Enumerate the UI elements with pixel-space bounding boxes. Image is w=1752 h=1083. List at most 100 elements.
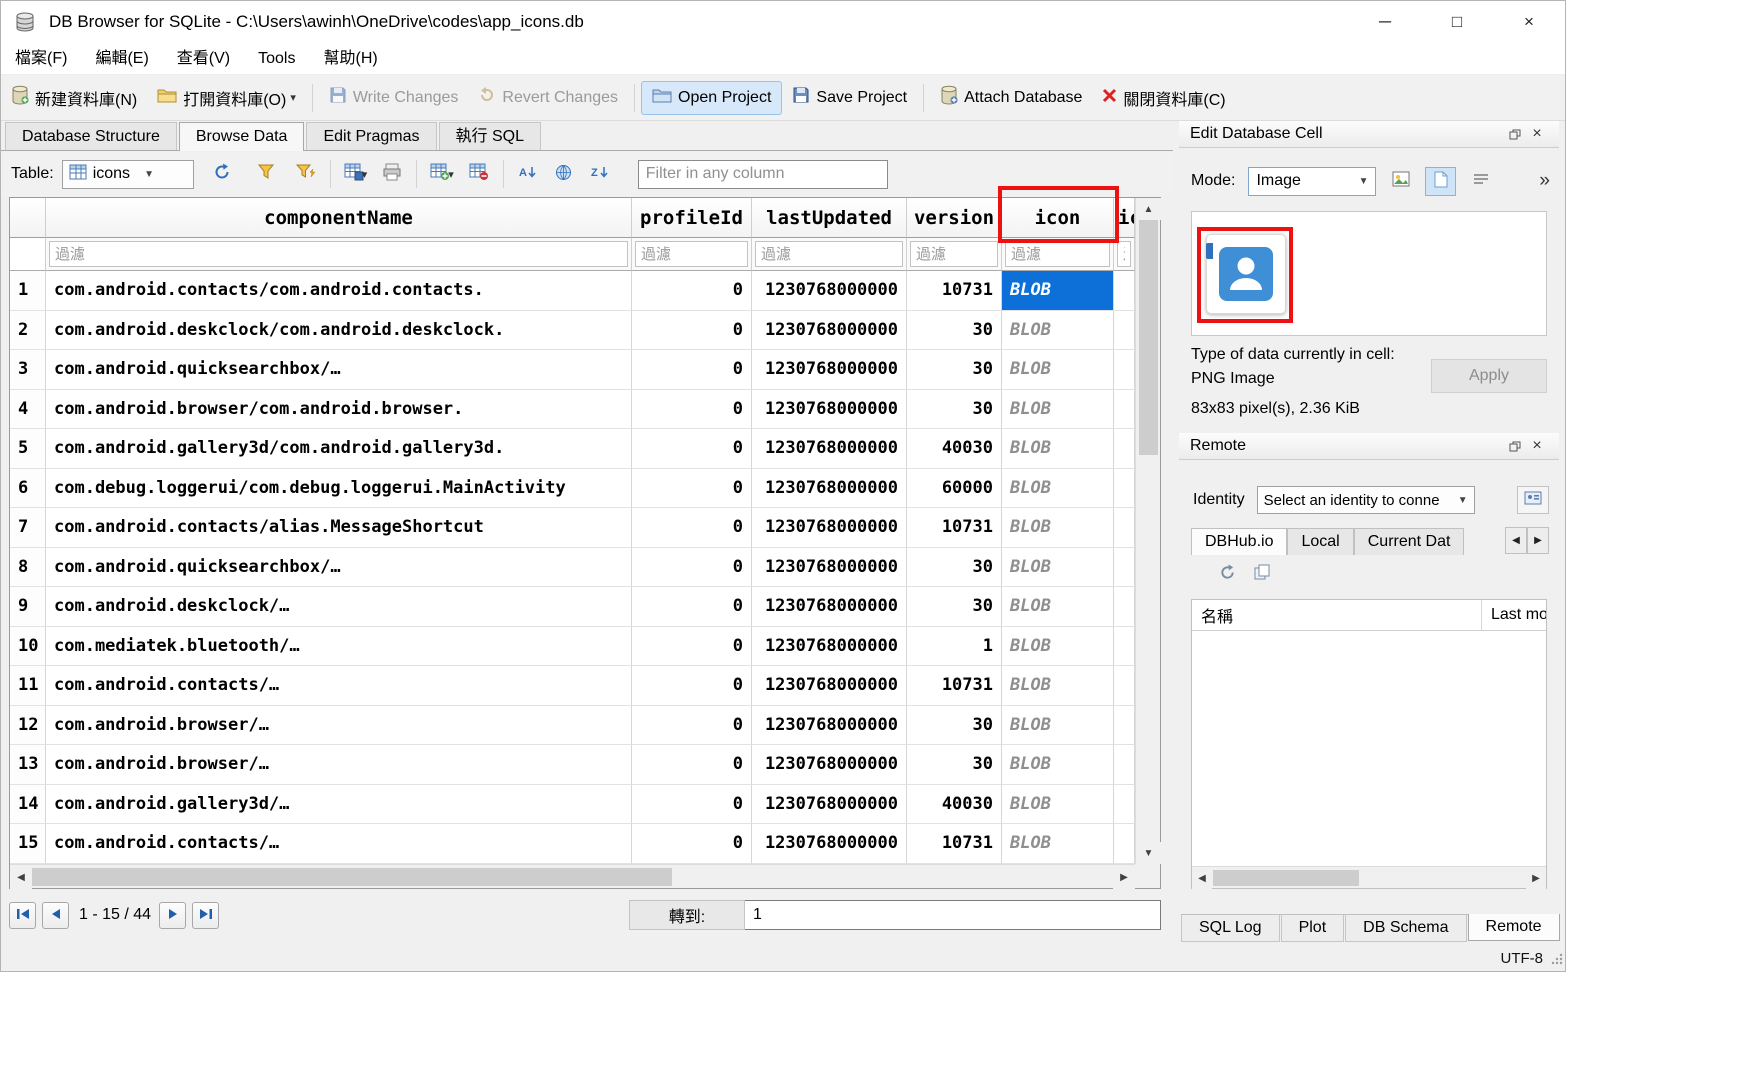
- save-results-dropdown-icon[interactable]: ▾: [362, 168, 368, 181]
- refresh-button[interactable]: [208, 159, 236, 189]
- cell-componentName[interactable]: com.android.gallery3d/…: [46, 785, 632, 825]
- cell-version[interactable]: 40030: [907, 785, 1002, 825]
- identity-select[interactable]: Select an identity to conne ▼: [1257, 486, 1475, 514]
- cell-extra[interactable]: [1114, 666, 1135, 706]
- cell-icon[interactable]: BLOB: [1002, 587, 1114, 627]
- next-page-button[interactable]: [159, 902, 186, 929]
- cell-lastUpdated[interactable]: 1230768000000: [752, 824, 907, 864]
- last-page-button[interactable]: [192, 902, 219, 929]
- cell-lastUpdated[interactable]: 1230768000000: [752, 508, 907, 548]
- vertical-scrollbar-thumb[interactable]: [1139, 220, 1158, 455]
- cell-icon[interactable]: BLOB: [1002, 745, 1114, 785]
- cell-version[interactable]: 30: [907, 548, 1002, 588]
- remote-scrollbar-thumb[interactable]: [1213, 870, 1359, 886]
- row-number[interactable]: 9: [10, 587, 46, 627]
- cell-icon[interactable]: BLOB: [1002, 469, 1114, 509]
- write-changes-button[interactable]: Write Changes: [319, 81, 469, 115]
- cell-profileId[interactable]: 0: [632, 271, 752, 311]
- insert-record-dropdown-icon[interactable]: ▾: [448, 168, 454, 181]
- identity-settings-button[interactable]: [1517, 486, 1549, 514]
- import-data-button[interactable]: [1385, 167, 1416, 196]
- float-panel-button[interactable]: [1504, 435, 1526, 457]
- global-filter-input[interactable]: [638, 160, 888, 189]
- menu-tools[interactable]: Tools: [244, 43, 309, 75]
- cell-icon[interactable]: BLOB: [1002, 311, 1114, 351]
- row-number[interactable]: 1: [10, 271, 46, 311]
- cell-lastUpdated[interactable]: 1230768000000: [752, 350, 907, 390]
- insert-record-button[interactable]: ▾: [427, 159, 457, 189]
- row-number[interactable]: 10: [10, 627, 46, 667]
- cell-componentName[interactable]: com.debug.loggerui/com.debug.loggerui.Ma…: [46, 469, 632, 509]
- print-button[interactable]: [378, 159, 406, 189]
- cell-lastUpdated[interactable]: 1230768000000: [752, 745, 907, 785]
- overflow-chevron-icon[interactable]: »: [1539, 170, 1550, 192]
- cell-profileId[interactable]: 0: [632, 390, 752, 430]
- goto-record-input[interactable]: [745, 900, 1161, 930]
- cell-icon[interactable]: BLOB: [1002, 785, 1114, 825]
- resize-grip-icon[interactable]: [1550, 952, 1563, 969]
- cell-version[interactable]: 30: [907, 311, 1002, 351]
- cell-lastUpdated[interactable]: 1230768000000: [752, 271, 907, 311]
- revert-changes-button[interactable]: Revert Changes: [468, 81, 628, 115]
- remote-column-last-modified[interactable]: Last mo: [1482, 600, 1546, 630]
- row-number[interactable]: 8: [10, 548, 46, 588]
- open-database-button[interactable]: 打開資料庫(O) ▾: [147, 81, 306, 115]
- cell-icon[interactable]: BLOB: [1002, 706, 1114, 746]
- filter-input-version[interactable]: [910, 241, 998, 267]
- row-number[interactable]: 2: [10, 311, 46, 351]
- vertical-scrollbar[interactable]: ▲ ▼: [1135, 198, 1160, 864]
- cell-componentName[interactable]: com.android.deskclock/…: [46, 587, 632, 627]
- cell-componentName[interactable]: com.mediatek.bluetooth/…: [46, 627, 632, 667]
- tab-execute-sql[interactable]: 執行 SQL: [439, 122, 541, 150]
- menu-file[interactable]: 檔案(F): [1, 43, 81, 75]
- cell-profileId[interactable]: 0: [632, 311, 752, 351]
- filter-input-lastUpdated[interactable]: [755, 241, 903, 267]
- filter-input-componentName[interactable]: [49, 241, 628, 267]
- cell-profileId[interactable]: 0: [632, 824, 752, 864]
- cell-componentName[interactable]: com.android.contacts/alias.MessageShortc…: [46, 508, 632, 548]
- cell-version[interactable]: 10731: [907, 824, 1002, 864]
- cell-icon[interactable]: BLOB: [1002, 390, 1114, 430]
- apply-button[interactable]: Apply: [1431, 359, 1547, 393]
- remote-tab-dbhub[interactable]: DBHub.io: [1191, 528, 1287, 555]
- cell-icon[interactable]: BLOB: [1002, 350, 1114, 390]
- attach-database-button[interactable]: Attach Database: [930, 81, 1092, 115]
- row-number[interactable]: 12: [10, 706, 46, 746]
- cell-lastUpdated[interactable]: 1230768000000: [752, 706, 907, 746]
- cell-extra[interactable]: [1114, 627, 1135, 667]
- cell-extra[interactable]: [1114, 824, 1135, 864]
- cell-lastUpdated[interactable]: 1230768000000: [752, 429, 907, 469]
- cell-extra[interactable]: [1114, 350, 1135, 390]
- float-panel-button[interactable]: [1504, 123, 1526, 145]
- cell-lastUpdated[interactable]: 1230768000000: [752, 785, 907, 825]
- row-number[interactable]: 5: [10, 429, 46, 469]
- cell-componentName[interactable]: com.android.browser/…: [46, 706, 632, 746]
- scroll-right-button[interactable]: ▶: [1526, 867, 1546, 889]
- close-button[interactable]: ×: [1493, 1, 1565, 43]
- column-header-icon[interactable]: icon: [1002, 198, 1114, 238]
- cell-extra[interactable]: [1114, 271, 1135, 311]
- close-database-button[interactable]: 關閉資料庫(C): [1092, 81, 1235, 115]
- tab-edit-pragmas[interactable]: Edit Pragmas: [306, 122, 436, 150]
- cell-componentName[interactable]: com.android.contacts/…: [46, 666, 632, 706]
- scroll-left-button[interactable]: ◀: [10, 865, 32, 889]
- cell-profileId[interactable]: 0: [632, 666, 752, 706]
- tab-database-structure[interactable]: Database Structure: [5, 122, 177, 150]
- save-results-button[interactable]: ▾: [341, 159, 371, 189]
- cell-version[interactable]: 40030: [907, 429, 1002, 469]
- close-panel-button[interactable]: ×: [1526, 435, 1548, 457]
- cell-extra[interactable]: [1114, 390, 1135, 430]
- row-number[interactable]: 11: [10, 666, 46, 706]
- open-database-dropdown-icon[interactable]: ▾: [290, 91, 296, 104]
- column-header-partial[interactable]: ic: [1114, 198, 1135, 238]
- save-project-button[interactable]: Save Project: [782, 81, 917, 115]
- cell-componentName[interactable]: com.android.deskclock/com.android.deskcl…: [46, 311, 632, 351]
- maximize-button[interactable]: □: [1421, 1, 1493, 43]
- cell-lastUpdated[interactable]: 1230768000000: [752, 548, 907, 588]
- cell-icon[interactable]: BLOB: [1002, 666, 1114, 706]
- cell-extra[interactable]: [1114, 706, 1135, 746]
- cell-version[interactable]: 30: [907, 350, 1002, 390]
- horizontal-scrollbar-thumb[interactable]: [32, 868, 672, 886]
- cell-extra[interactable]: [1114, 745, 1135, 785]
- cell-profileId[interactable]: 0: [632, 548, 752, 588]
